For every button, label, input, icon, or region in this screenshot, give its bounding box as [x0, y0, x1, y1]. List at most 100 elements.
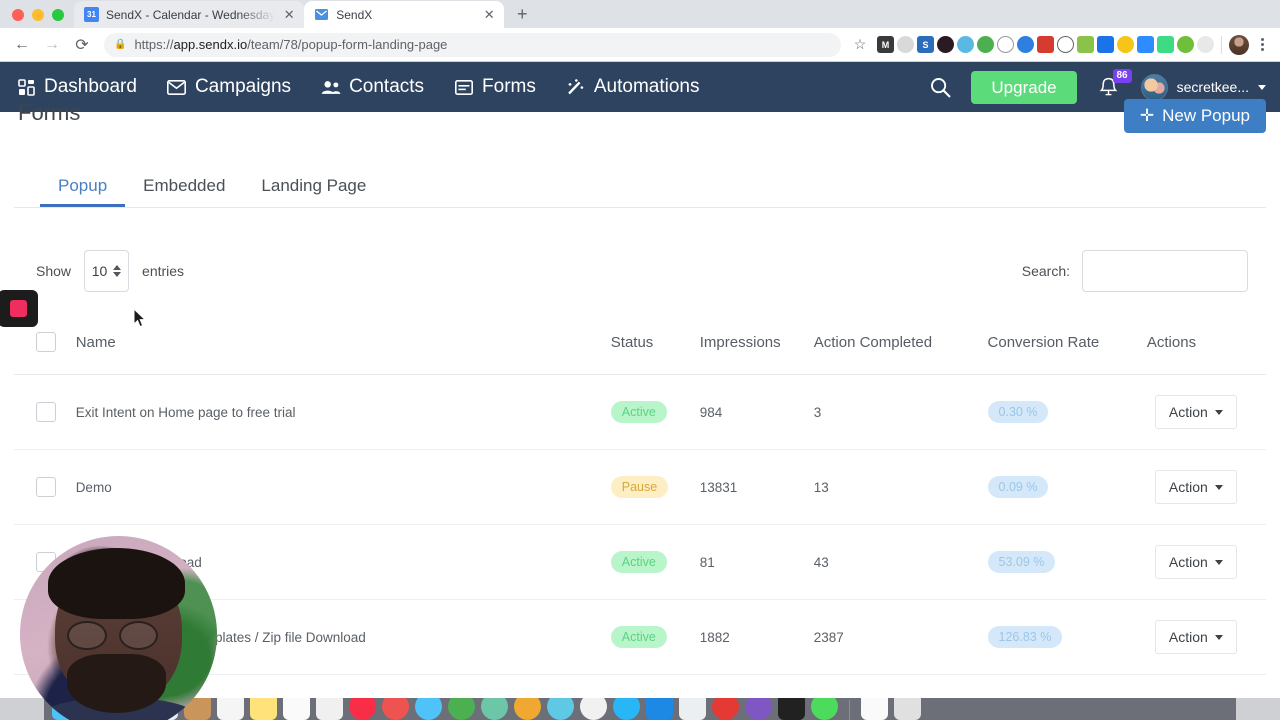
tab-popup[interactable]: Popup — [40, 176, 126, 207]
conversion-badge: 0.30 % — [987, 400, 1049, 424]
bookmark-star-icon[interactable]: ☆ — [849, 34, 871, 56]
forward-arrow-icon[interactable]: → — [38, 31, 66, 59]
address-bar[interactable]: 🔒 https://app.sendx.io/team/78/popup-for… — [104, 32, 841, 57]
forms-page: Forms ✛ New Popup Popup Embedded Landing… — [0, 99, 1280, 720]
row-name[interactable]: Exit Intent on Home page to free trial — [65, 374, 611, 450]
evernote-dock-icon[interactable] — [745, 698, 772, 720]
column-header-status[interactable]: Status — [610, 320, 700, 375]
podcasts-dock-icon[interactable] — [514, 698, 541, 720]
column-header-impressions[interactable]: Impressions — [699, 320, 814, 375]
stop-square-icon — [9, 300, 27, 317]
select-all-checkbox[interactable] — [36, 332, 56, 352]
zoom-extension-icon[interactable] — [1137, 36, 1154, 53]
notes-dock-icon[interactable] — [250, 698, 277, 720]
profile-avatar-icon[interactable] — [1229, 34, 1249, 55]
form-window-icon — [454, 77, 474, 97]
dropbox-dock-icon[interactable] — [646, 698, 673, 720]
three-dot-menu-icon[interactable] — [1252, 38, 1272, 51]
messages-dock-icon[interactable] — [415, 698, 442, 720]
v-extension-icon[interactable] — [957, 36, 974, 53]
photos-dock-icon[interactable] — [316, 698, 343, 720]
calendar-dock-icon[interactable] — [217, 698, 244, 720]
nav-item-forms[interactable]: Forms — [454, 76, 536, 98]
new-tab-button[interactable]: + — [508, 0, 536, 28]
action-dropdown-button[interactable]: Action — [1154, 470, 1237, 504]
entries-per-page-select[interactable]: 10 — [84, 250, 130, 292]
row-name[interactable]: Demo — [65, 449, 611, 525]
checklist-extension-icon[interactable] — [1037, 36, 1054, 53]
grayscale-extension-icon[interactable] — [897, 36, 914, 53]
show-label: Show — [36, 263, 72, 279]
appstore-dock-icon[interactable] — [382, 698, 409, 720]
upgrade-button[interactable]: Upgrade — [971, 70, 1077, 104]
action-dropdown-button[interactable]: Action — [1154, 395, 1237, 429]
maps-dock-icon[interactable] — [481, 698, 508, 720]
blue-check-extension-icon[interactable] — [1017, 36, 1034, 53]
terminal-dock-icon[interactable] — [778, 698, 805, 720]
nav-item-campaigns[interactable]: Campaigns — [167, 76, 291, 98]
evernote-extension-icon[interactable] — [977, 36, 994, 53]
chevron-down-icon — [1214, 484, 1223, 490]
music-dock-icon[interactable] — [349, 698, 376, 720]
nav-item-contacts[interactable]: Contacts — [321, 76, 424, 98]
notifications-button[interactable]: 86 — [1095, 69, 1132, 102]
search-icon[interactable] — [927, 74, 953, 100]
column-header-name[interactable]: Name — [65, 320, 611, 375]
browser-tab-strip: 31 SendX - Calendar - Wednesday ✕ SendX … — [0, 0, 1280, 28]
preview-dock-icon[interactable] — [679, 698, 706, 720]
people-icon — [321, 77, 341, 97]
column-header-conversion-rate[interactable]: Conversion Rate — [987, 320, 1147, 375]
pocket-extension-icon[interactable] — [997, 36, 1014, 53]
action-dropdown-button[interactable]: Action — [1154, 620, 1237, 654]
search-input[interactable] — [1082, 250, 1248, 292]
eyedropper-extension-icon[interactable] — [1157, 36, 1174, 53]
browser-tab-calendar[interactable]: 31 SendX - Calendar - Wednesday ✕ — [74, 1, 305, 28]
minimize-window-button[interactable] — [32, 9, 44, 21]
row-conversion-rate: 126.83 % — [987, 599, 1147, 675]
green-box-extension-icon[interactable] — [1077, 36, 1094, 53]
close-tab-icon[interactable]: ✕ — [482, 8, 496, 22]
row-checkbox[interactable] — [36, 477, 56, 497]
row-actions: Action — [1146, 449, 1266, 525]
downloads-dock-icon[interactable] — [861, 698, 888, 720]
back-arrow-icon[interactable]: ← — [8, 31, 36, 59]
column-header-action-completed[interactable]: Action Completed — [813, 320, 988, 375]
row-checkbox[interactable] — [36, 402, 56, 422]
skype-dock-icon[interactable] — [613, 698, 640, 720]
tv-dock-icon[interactable] — [547, 698, 574, 720]
new-popup-button[interactable]: ✛ New Popup — [1123, 99, 1266, 133]
chevron-down-icon — [1258, 84, 1266, 90]
nav-item-automations[interactable]: Automations — [566, 76, 700, 98]
table-row[interactable]: Exit Intent on Home page to free trial A… — [14, 374, 1266, 450]
facetime-dock-icon[interactable] — [448, 698, 475, 720]
dark-circle-extension-icon[interactable] — [937, 36, 954, 53]
tab-embedded[interactable]: Embedded — [125, 176, 243, 207]
table-row[interactable]: Demo Pause 13831 13 0.09 % Action — [14, 449, 1266, 525]
user-menu[interactable]: secretkee... — [1140, 73, 1266, 101]
yellow-shield-extension-icon[interactable] — [1117, 36, 1134, 53]
entries-label: entries — [142, 263, 185, 279]
shazam-extension-icon[interactable] — [1197, 36, 1214, 53]
whatsapp-dock-icon[interactable] — [811, 698, 838, 720]
youtube-dock-icon[interactable] — [712, 698, 739, 720]
mailtrack-extension-icon[interactable]: M — [877, 36, 894, 53]
close-tab-icon[interactable]: ✕ — [282, 8, 296, 22]
browser-tab-sendx[interactable]: SendX ✕ — [304, 1, 505, 28]
s-extension-icon[interactable]: S — [917, 36, 934, 53]
grammarly-extension-icon[interactable] — [1177, 36, 1194, 53]
reminders-dock-icon[interactable] — [283, 698, 310, 720]
blue-panel-extension-icon[interactable] — [1097, 36, 1114, 53]
action-dropdown-button[interactable]: Action — [1154, 545, 1237, 579]
maximize-window-button[interactable] — [52, 9, 64, 21]
stepper-arrows-icon — [113, 265, 122, 277]
nav-item-dashboard[interactable]: Dashboard — [16, 76, 137, 98]
close-window-button[interactable] — [12, 9, 24, 21]
trash-dock-icon[interactable] — [894, 698, 921, 720]
row-action-completed: 2387 — [813, 599, 988, 675]
row-select-cell — [14, 449, 66, 525]
reload-icon[interactable]: ⟳ — [68, 31, 96, 59]
chrome-dock-icon[interactable] — [580, 698, 607, 720]
recording-stop-button[interactable] — [0, 290, 38, 327]
tab-landing-page[interactable]: Landing Page — [243, 176, 384, 207]
info-extension-icon[interactable] — [1057, 36, 1074, 53]
